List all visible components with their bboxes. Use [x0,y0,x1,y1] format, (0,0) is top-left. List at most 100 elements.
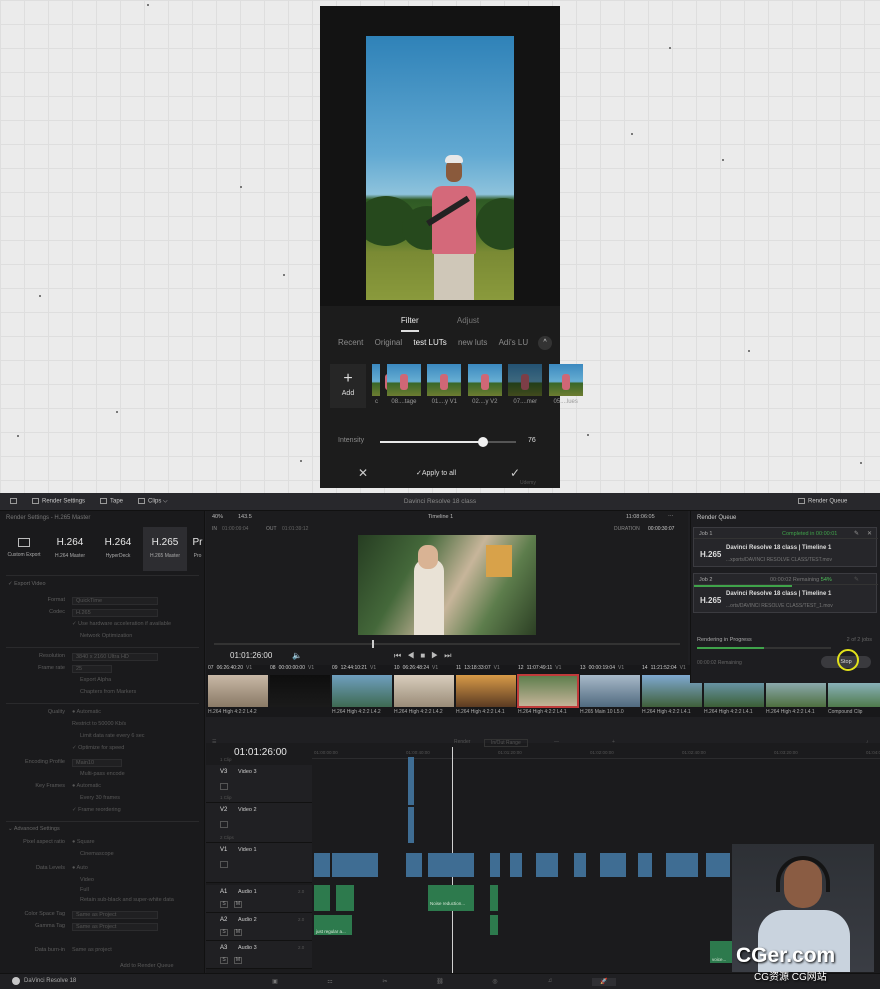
keyframe-every-radio[interactable]: Every 30 frames [80,795,120,801]
data-levels-full-radio[interactable]: Full [80,887,89,893]
render-job-2[interactable]: Job 2 00:00:02 Remaining 54% ✎ H.265 Dav… [693,573,878,613]
clip-thumbnail[interactable]: 09 12:44:10:21 V1 H.264 High 4:2:2 L4.2 [332,665,394,717]
cut-page-icon[interactable]: ⚏ [325,978,335,986]
lut-thumbnail[interactable]: 07....mer [508,364,543,405]
lut-category-adis-luts[interactable]: Adi's LU [499,338,529,347]
more-options-icon[interactable]: ··· [668,513,674,519]
transport-controls[interactable]: ⏮◀■▶⏭ [394,651,458,661]
data-levels-video-radio[interactable]: Video [80,877,94,883]
zoom-out-icon[interactable]: — [554,739,559,745]
hw-accel-checkbox[interactable]: ✓ Use hardware acceleration if available [72,621,171,627]
apply-to-all-button[interactable]: ✓Apply to all [416,469,456,477]
a1-clip[interactable] [428,885,474,911]
tab-adjust[interactable]: Adjust [457,316,479,325]
v1-clip[interactable] [638,853,652,877]
audio-icon[interactable]: ♪ [866,739,869,745]
v2-clip[interactable] [408,807,414,843]
limit-rate-checkbox[interactable]: Limit data rate every 6 sec [80,733,145,739]
pixel-aspect-square-radio[interactable]: ● Square [72,839,95,845]
export-alpha-checkbox[interactable]: Export Alpha [80,677,111,683]
solo-button[interactable]: S [220,901,228,908]
v1-clip[interactable] [600,853,626,877]
track-header-v1[interactable]: V1 Video 1 2 Clips [206,835,312,883]
framerate-dropdown[interactable]: 25 [72,665,112,673]
render-range-dropdown[interactable]: In/Out Range [484,739,528,747]
frame-reordering-checkbox[interactable]: ✓ Frame reordering [72,807,121,813]
lut-category-new-luts[interactable]: new luts [458,338,487,347]
lut-thumbnail[interactable]: 08....tage [386,364,421,405]
encoding-profile-dropdown[interactable]: Main10 [72,759,122,767]
edit-pencil-icon[interactable]: ✎ [854,576,859,583]
clip-thumbnail[interactable]: 13 00:00:19:04 V1 H.265 Main 10 L5.0 [580,665,642,717]
v1-clip[interactable] [428,853,474,877]
a1-clip[interactable] [336,885,354,911]
media-page-icon[interactable]: ▣ [270,978,280,986]
v1-clip[interactable] [332,853,378,877]
clip-thumbnail[interactable]: 10 06:26:48:24 V1 H.264 High 4:2:2 L4.2 [394,665,456,717]
chevron-up-icon[interactable]: ^ [538,336,552,350]
v1-clip[interactable] [314,853,330,877]
track-header-a3[interactable]: A3 Audio 3 2.0 S M [206,941,312,969]
timeline-options-icon[interactable]: ☰ [212,739,216,745]
clip-thumbnail[interactable]: 12 11:07:49:11 V1 H.264 High 4:2:2 L4.1 [517,665,580,717]
lut-thumbnail[interactable]: c [372,364,394,405]
intensity-slider[interactable] [380,437,516,447]
preset-h265-master[interactable]: H.265 H.265 Master [143,527,187,571]
lut-category-recent[interactable]: Recent [338,338,363,347]
v1-clip[interactable] [666,853,698,877]
preset-hyperdeck[interactable]: H.264 HyperDeck [96,527,140,571]
fairlight-page-icon[interactable]: ♫ [545,978,555,986]
retain-data-checkbox[interactable]: Retain sub-black and super-white data [80,897,174,903]
mute-button[interactable]: M [234,901,242,908]
track-visibility-icon[interactable] [220,821,228,828]
lut-category-original[interactable]: Original [375,338,403,347]
solo-button[interactable]: S [220,957,228,964]
render-queue-tab[interactable]: Render Queue [798,498,847,505]
v3-clip[interactable] [408,757,414,805]
data-burnin-dropdown[interactable]: Same as project [72,947,112,953]
fusion-page-icon[interactable]: ⛓ [435,978,445,986]
timeline-ruler[interactable]: 01:00:00:00 01:00:40:00 01:01:20:00 01:02:0… [312,747,880,759]
deliver-page-icon[interactable]: 🚀 [592,978,616,986]
keyframes-automatic-radio[interactable]: ● Automatic [72,783,101,789]
intensity-slider-handle[interactable] [478,437,489,447]
v1-clip[interactable] [536,853,558,877]
clip-thumbnail[interactable]: 11 13:18:33:07 V1 H.264 High 4:2:2 L4.1 [456,665,518,717]
v1-clip[interactable] [706,853,730,877]
colorspace-dropdown[interactable]: Same as Project [72,911,158,919]
clip-thumbnail[interactable]: 07 06:26:40:20 V1 H.264 High 4:2:2 L4.2 [208,665,270,717]
lut-category-test-luts[interactable]: test LUTs [413,338,446,347]
export-video-checkbox[interactable]: ✓ Export Video [8,581,213,589]
a2-clip[interactable] [490,915,498,935]
add-to-render-queue-button[interactable]: Add to Render Queue [120,963,174,969]
viewer-scrub-bar[interactable] [214,643,680,645]
codec-dropdown[interactable]: H.265 [72,609,158,617]
track-visibility-icon[interactable] [220,861,228,868]
chapters-checkbox[interactable]: Chapters from Markers [80,689,136,695]
multipass-checkbox[interactable]: Multi-pass encode [80,771,125,777]
edit-page-icon[interactable]: ✂ [380,978,390,986]
track-header-a1[interactable]: A1 Audio 1 2.0 S M [206,885,312,913]
preset-pro[interactable]: Pr Pro [190,527,205,571]
mute-button[interactable]: M [234,957,242,964]
confirm-check-icon[interactable]: ✓ [510,466,520,480]
optimize-speed-checkbox[interactable]: ✓ Optimize for speed [72,745,124,751]
format-dropdown[interactable]: QuickTime [72,597,158,605]
preset-custom-export[interactable]: Custom Export [2,527,46,571]
lut-thumbnail[interactable]: 01....y V1 [427,364,462,405]
preset-h264-master[interactable]: H.264 H.264 Master [48,527,92,571]
color-page-icon[interactable]: ◎ [490,978,500,986]
solo-button[interactable]: S [220,929,228,936]
v1-clip[interactable] [574,853,586,877]
quality-automatic-radio[interactable]: ● Automatic [72,709,101,715]
cinemascope-radio[interactable]: Cinemascope [80,851,114,857]
data-levels-auto-radio[interactable]: ● Auto [72,865,88,871]
close-icon[interactable]: ✕ [358,466,368,480]
network-optimization-checkbox[interactable]: Network Optimization [80,633,132,639]
edit-pencil-icon[interactable]: ✎ [854,530,859,537]
a1-clip[interactable] [314,885,330,911]
render-job-1[interactable]: Job 1 Completed in 00:00:01 ✎ ✕ H.265 Da… [693,527,878,567]
track-header-a2[interactable]: A2 Audio 2 2.0 S M [206,913,312,941]
tab-filter[interactable]: Filter [401,316,419,332]
restrict-bitrate-radio[interactable]: Restrict to 50000 Kb/s [72,721,126,727]
